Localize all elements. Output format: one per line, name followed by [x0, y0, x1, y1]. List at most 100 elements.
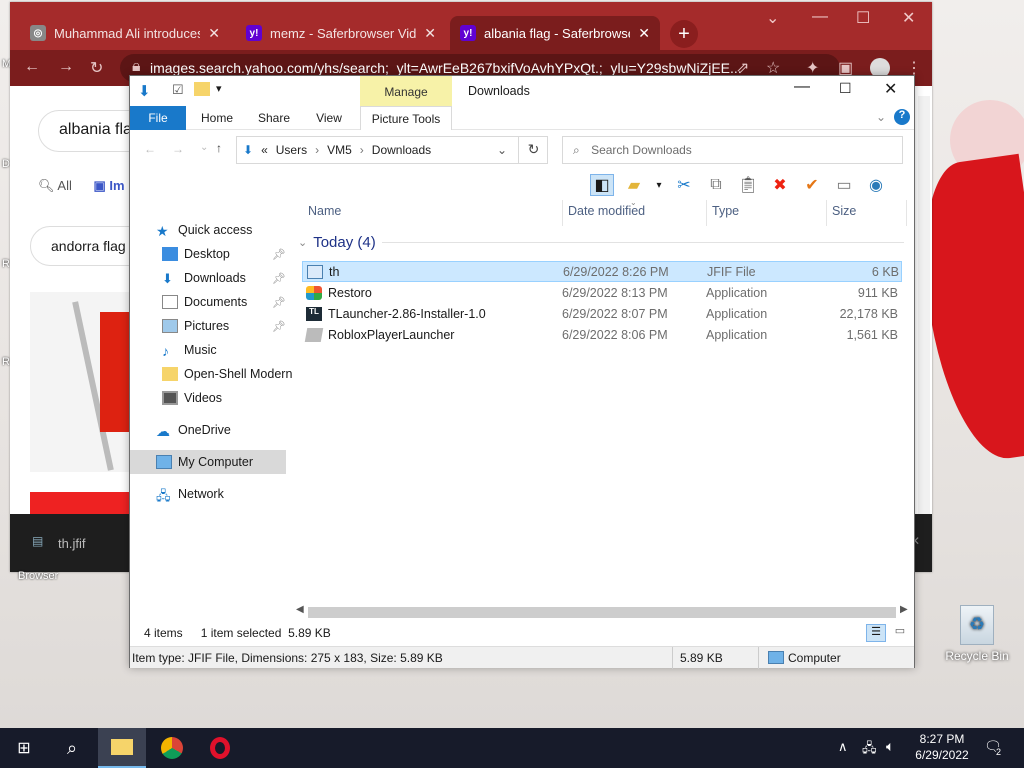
reload-icon[interactable]: ↻: [90, 58, 103, 78]
close-icon[interactable]: ✕: [424, 25, 436, 42]
nav-downloads[interactable]: ⬇ Downloads 📌︎: [130, 266, 290, 290]
search-button[interactable]: ⌕: [48, 728, 96, 768]
column-header-type[interactable]: Type: [712, 204, 739, 218]
nav-open-shell[interactable]: Open-Shell Modern: [130, 362, 292, 386]
table-row[interactable]: TL TLauncher-2.86-Installer-1.0 6/29/2022…: [302, 303, 902, 324]
close-button[interactable]: ✕: [902, 8, 915, 28]
group-header-today[interactable]: ⌄ Today (4): [298, 234, 910, 251]
large-icons-view-icon[interactable]: ▭: [890, 624, 910, 642]
back-icon[interactable]: ←: [24, 58, 40, 76]
chevron-down-icon[interactable]: ⌄: [298, 236, 307, 249]
cut-icon[interactable]: ✂: [672, 174, 696, 196]
close-button[interactable]: ✕: [884, 79, 897, 99]
start-button[interactable]: ⊞: [0, 728, 48, 768]
help-icon[interactable]: ?: [894, 109, 910, 125]
tab-memz[interactable]: y! memz - Saferbrowser Video ✕: [236, 16, 446, 50]
paste-icon[interactable]: 📋︎: [736, 174, 760, 196]
recycle-bin[interactable]: ♻ Recycle Bin: [944, 605, 1010, 663]
tab-share[interactable]: Share: [250, 106, 298, 130]
horizontal-scrollbar[interactable]: ◀ ▶: [296, 604, 912, 620]
file-explorer-taskbar-button[interactable]: [98, 728, 146, 768]
maximize-button[interactable]: ☐: [856, 8, 870, 28]
chevron-down-icon[interactable]: ⌄: [876, 110, 886, 124]
image-result[interactable]: [30, 492, 130, 516]
nav-documents[interactable]: Documents 📌︎: [130, 290, 290, 314]
tab-all[interactable]: All: [57, 178, 71, 193]
table-row[interactable]: Restoro 6/29/2022 8:13 PM Application 91…: [302, 282, 902, 303]
nav-network[interactable]: 🖧︎ Network: [130, 482, 290, 506]
column-header-size[interactable]: Size: [832, 204, 856, 218]
chevron-up-icon[interactable]: ∧: [838, 739, 848, 755]
pin-icon[interactable]: 📌︎: [272, 296, 286, 309]
chevron-down-icon[interactable]: ⌄: [766, 8, 779, 28]
tab-albania-flag[interactable]: y! albania flag - Saferbrowser I ✕: [450, 16, 660, 50]
download-item[interactable]: th.jfif: [58, 536, 85, 551]
globe-icon[interactable]: ◉: [864, 174, 888, 196]
clock[interactable]: 8:27 PM 6/29/2022: [912, 731, 972, 763]
nav-quick-access[interactable]: ★ Quick access: [130, 218, 290, 242]
tab-home[interactable]: Home: [192, 106, 242, 130]
search-input[interactable]: ⌕ Search Downloads: [562, 136, 903, 164]
column-divider[interactable]: [826, 200, 827, 226]
refresh-icon[interactable]: ↻: [518, 136, 548, 164]
nav-onedrive[interactable]: ☁ OneDrive: [130, 418, 290, 442]
close-icon[interactable]: ✕: [208, 25, 220, 42]
image-result[interactable]: [30, 292, 130, 472]
breadcrumb-overflow[interactable]: «: [261, 143, 268, 157]
column-divider[interactable]: [562, 200, 563, 226]
chevron-down-icon[interactable]: ⌄: [200, 142, 208, 153]
nav-music[interactable]: ♪ Music: [130, 338, 290, 362]
folder-icon[interactable]: [194, 82, 210, 96]
checkbox-icon[interactable]: ☑: [172, 82, 184, 98]
preview-pane-icon[interactable]: ◧: [590, 174, 614, 196]
breadcrumb-vm5[interactable]: VM5: [327, 143, 352, 157]
scrollbar-thumb[interactable]: [308, 607, 896, 618]
tab-images[interactable]: ▣ Im: [94, 178, 125, 193]
new-folder-icon[interactable]: ▰: [622, 174, 646, 196]
chevron-down-icon[interactable]: ⌄: [497, 143, 507, 157]
opera-taskbar-button[interactable]: [196, 728, 244, 768]
table-row[interactable]: th 6/29/2022 8:26 PM JFIF File 6 KB: [302, 261, 902, 282]
chrome-taskbar-button[interactable]: [148, 728, 196, 768]
nav-pictures[interactable]: Pictures 📌︎: [130, 314, 290, 338]
new-tab-button[interactable]: +: [670, 20, 698, 48]
column-header-name[interactable]: Name: [308, 204, 341, 218]
down-arrow-icon[interactable]: ⬇: [138, 82, 151, 100]
breadcrumb[interactable]: ⬇ « Users › VM5 › Downloads ⌄: [236, 136, 548, 164]
copy-icon[interactable]: ⧉: [704, 174, 728, 196]
tab-picture-tools[interactable]: Picture Tools: [360, 106, 452, 130]
network-icon[interactable]: 🖧︎: [862, 739, 877, 761]
nav-my-computer[interactable]: My Computer: [130, 450, 286, 474]
forward-icon[interactable]: →: [172, 142, 184, 156]
forward-icon[interactable]: →: [58, 58, 74, 76]
details-view-icon[interactable]: ☰: [866, 624, 886, 642]
rename-icon[interactable]: ▭: [832, 174, 856, 196]
breadcrumb-users[interactable]: Users: [276, 143, 307, 157]
breadcrumb-downloads[interactable]: Downloads: [372, 143, 431, 157]
chevron-down-icon[interactable]: ▾: [654, 174, 664, 196]
close-icon[interactable]: ✕: [638, 25, 650, 42]
scroll-left-icon[interactable]: ◀: [296, 604, 304, 615]
tab-view[interactable]: View: [306, 106, 352, 130]
manage-tab[interactable]: Manage: [360, 76, 452, 106]
tab-muhammad-ali[interactable]: ◎ Muhammad Ali introduces F ✕: [20, 16, 230, 50]
table-row[interactable]: RobloxPlayerLauncher 6/29/2022 8:06 PM A…: [302, 324, 902, 345]
check-icon[interactable]: ✔: [800, 174, 824, 196]
nav-desktop[interactable]: Desktop 📌︎: [130, 242, 290, 266]
delete-icon[interactable]: ✖: [768, 174, 792, 196]
nav-videos[interactable]: Videos: [130, 386, 290, 410]
volume-icon[interactable]: 🔈︎: [886, 738, 894, 755]
scroll-right-icon[interactable]: ▶: [900, 604, 908, 615]
lock-icon[interactable]: 🔒︎: [132, 58, 141, 76]
quick-access-dropdown[interactable]: ▾: [216, 82, 222, 95]
column-divider[interactable]: [906, 200, 907, 226]
column-divider[interactable]: [706, 200, 707, 226]
pin-icon[interactable]: 📌︎: [272, 248, 286, 261]
up-icon[interactable]: ↑: [216, 141, 222, 155]
maximize-button[interactable]: ☐: [839, 80, 852, 97]
tab-file[interactable]: File: [130, 106, 186, 130]
minimize-button[interactable]: —: [794, 78, 810, 96]
minimize-button[interactable]: —: [812, 8, 828, 26]
pin-icon[interactable]: 📌︎: [272, 272, 286, 285]
pin-icon[interactable]: 📌︎: [272, 320, 286, 333]
